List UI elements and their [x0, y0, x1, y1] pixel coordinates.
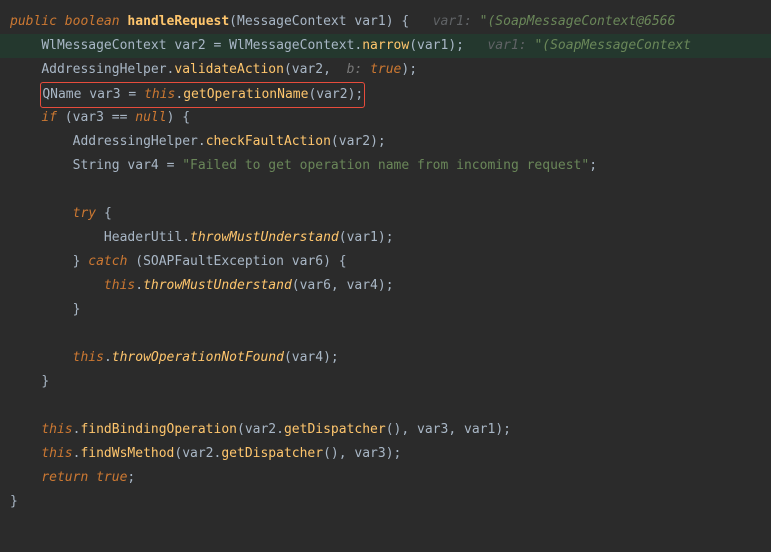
code-line[interactable]: AddressingHelper.checkFaultAction(var2); — [10, 130, 771, 154]
keyword-return: return — [41, 470, 88, 485]
type: String — [73, 158, 120, 173]
class-ref: AddressingHelper — [41, 62, 166, 77]
exception-type: SOAPFaultException — [143, 254, 284, 269]
class-ref: HeaderUtil — [104, 230, 182, 245]
code-line-blank[interactable] — [10, 394, 771, 418]
code-line-highlighted[interactable]: WlMessageContext var2 = WlMessageContext… — [0, 34, 771, 58]
method-call: checkFaultAction — [206, 134, 331, 149]
inline-hint-value: "(SoapMessageContext — [534, 38, 691, 53]
code-line[interactable]: this.throwMustUnderstand(var6, var4); — [10, 274, 771, 298]
keyword-catch: catch — [88, 254, 127, 269]
type: WlMessageContext — [41, 38, 166, 53]
code-line[interactable]: this.findWsMethod(var2.getDispatcher(), … — [10, 442, 771, 466]
class-ref: WlMessageContext — [229, 38, 354, 53]
inline-hint-label: var1: — [487, 38, 526, 53]
code-line[interactable]: if (var3 == null) { — [10, 106, 771, 130]
code-line[interactable]: return true; — [10, 466, 771, 490]
method-call: findBindingOperation — [80, 422, 237, 437]
code-line[interactable]: AddressingHelper.validateAction(var2, b:… — [10, 58, 771, 82]
inline-hint-label: var1: — [433, 14, 472, 29]
method-call: throwOperationNotFound — [112, 350, 284, 365]
method-call: getOperationName — [183, 87, 308, 102]
code-line-blank[interactable] — [10, 322, 771, 346]
method-call: validateAction — [174, 62, 284, 77]
variable: var3 — [89, 87, 120, 102]
method-call: findWsMethod — [80, 446, 174, 461]
keyword-if: if — [41, 110, 57, 125]
method-call: throwMustUnderstand — [143, 278, 292, 293]
method-call: getDispatcher — [221, 446, 323, 461]
code-line[interactable]: } — [10, 490, 771, 514]
code-line[interactable]: } catch (SOAPFaultException var6) { — [10, 250, 771, 274]
type: QName — [42, 87, 81, 102]
keyword-public: public — [10, 14, 57, 29]
string-literal: "Failed to get operation name from incom… — [182, 158, 589, 173]
code-line[interactable]: try { — [10, 202, 771, 226]
variable: var4 — [127, 158, 158, 173]
code-line[interactable]: public boolean handleRequest(MessageCont… — [10, 10, 771, 34]
code-line[interactable]: this.findBindingOperation(var2.getDispat… — [10, 418, 771, 442]
class-ref: AddressingHelper — [73, 134, 198, 149]
method-call: throwMustUnderstand — [190, 230, 339, 245]
variable: var2 — [174, 38, 205, 53]
code-line[interactable]: HeaderUtil.throwMustUnderstand(var1); — [10, 226, 771, 250]
param-type: MessageContext — [237, 14, 347, 29]
param-hint: b: — [347, 62, 363, 77]
code-line[interactable]: } — [10, 370, 771, 394]
code-line[interactable]: String var4 = "Failed to get operation n… — [10, 154, 771, 178]
method-call: getDispatcher — [284, 422, 386, 437]
code-line-blank[interactable] — [10, 178, 771, 202]
highlighted-box: QName var3 = this.getOperationName(var2)… — [40, 82, 365, 108]
param-name: var1 — [354, 14, 385, 29]
keyword-boolean: boolean — [65, 14, 120, 29]
method-declaration: handleRequest — [127, 14, 229, 29]
code-line[interactable]: this.throwOperationNotFound(var4); — [10, 346, 771, 370]
inline-hint-value: "(SoapMessageContext@6566 — [480, 14, 676, 29]
keyword-try: try — [73, 206, 96, 221]
code-line[interactable]: } — [10, 298, 771, 322]
code-line-boxed[interactable]: QName var3 = this.getOperationName(var2)… — [10, 82, 771, 106]
method-call: narrow — [362, 38, 409, 53]
